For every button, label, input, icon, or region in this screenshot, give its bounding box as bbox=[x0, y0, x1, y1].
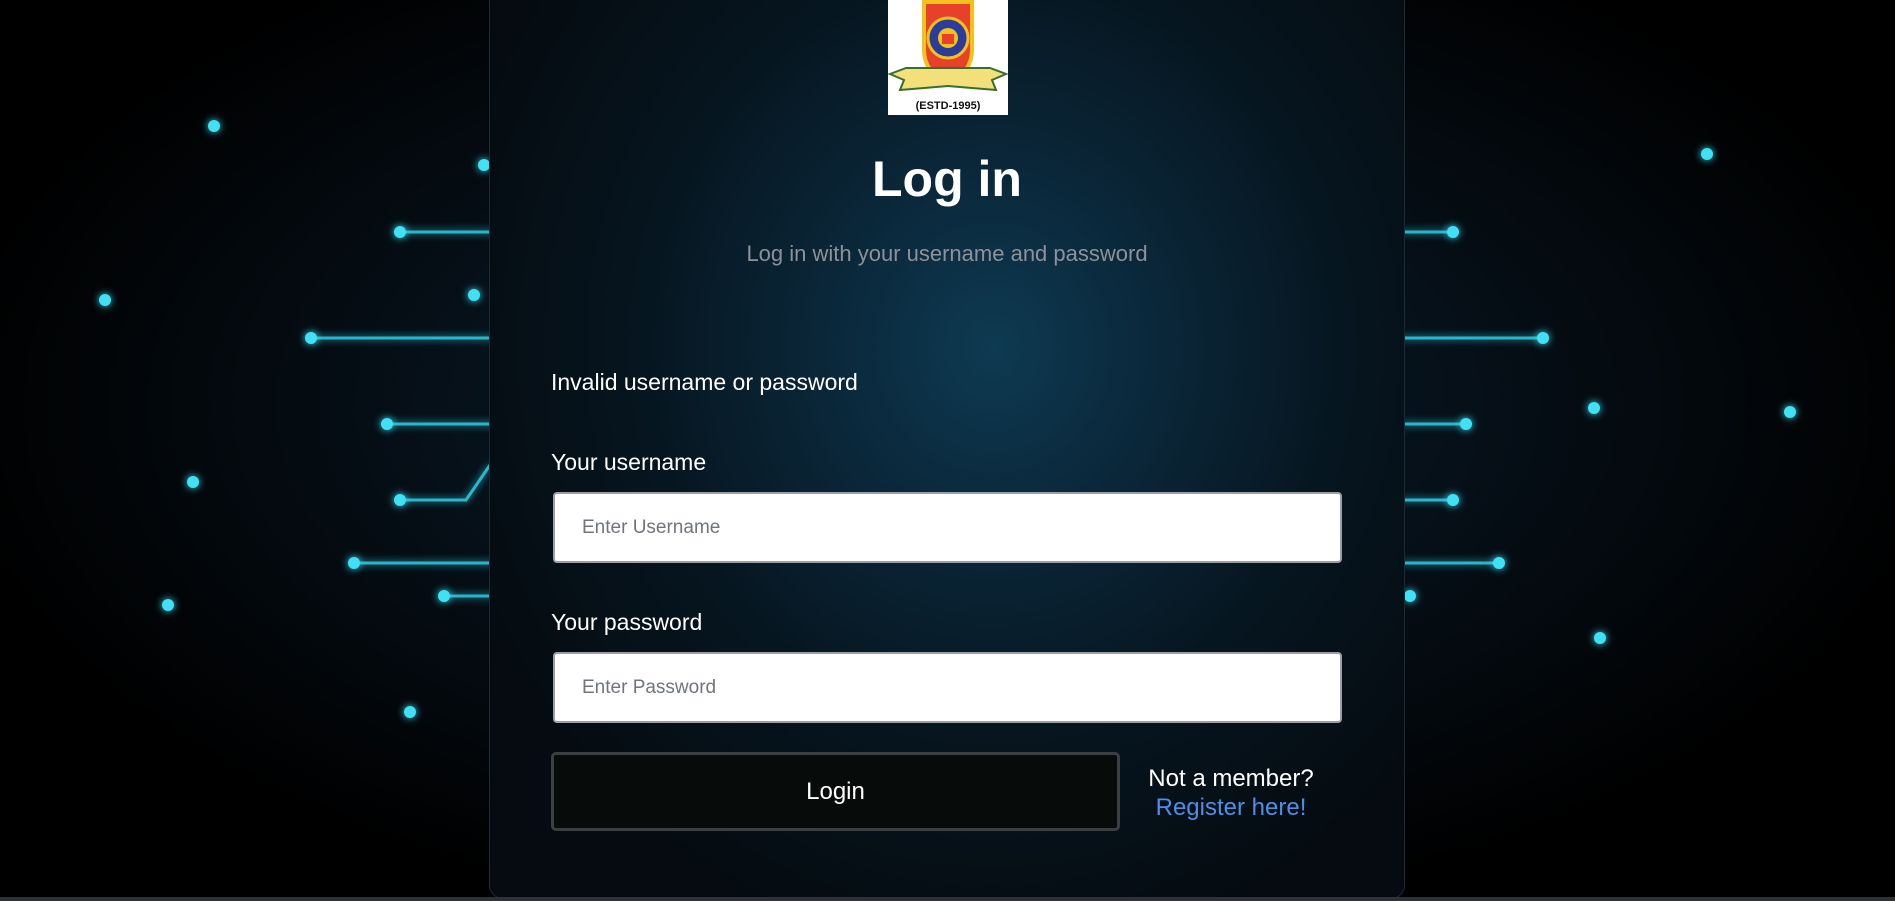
password-input[interactable] bbox=[553, 652, 1342, 723]
password-label: Your password bbox=[551, 609, 703, 635]
register-prompt: Not a member? Register here! bbox=[1131, 764, 1331, 822]
username-label: Your username bbox=[551, 449, 707, 475]
username-input[interactable] bbox=[553, 492, 1342, 563]
logo-caption: (ESTD-1995) bbox=[915, 100, 981, 112]
page-subtitle: Log in with your username and password bbox=[746, 241, 1148, 266]
register-link[interactable]: Register here! bbox=[1131, 793, 1331, 822]
school-logo: (ESTD-1995) bbox=[888, 0, 1008, 115]
login-page: (ESTD-1995) Log in Log in with your user… bbox=[0, 0, 1895, 901]
page-title: Log in bbox=[872, 151, 1022, 207]
login-button[interactable]: Login bbox=[551, 752, 1120, 831]
not-member-text: Not a member? bbox=[1148, 765, 1314, 792]
error-message: Invalid username or password bbox=[551, 369, 858, 395]
school-crest-icon bbox=[888, 0, 1008, 92]
bottom-border bbox=[0, 897, 1895, 901]
